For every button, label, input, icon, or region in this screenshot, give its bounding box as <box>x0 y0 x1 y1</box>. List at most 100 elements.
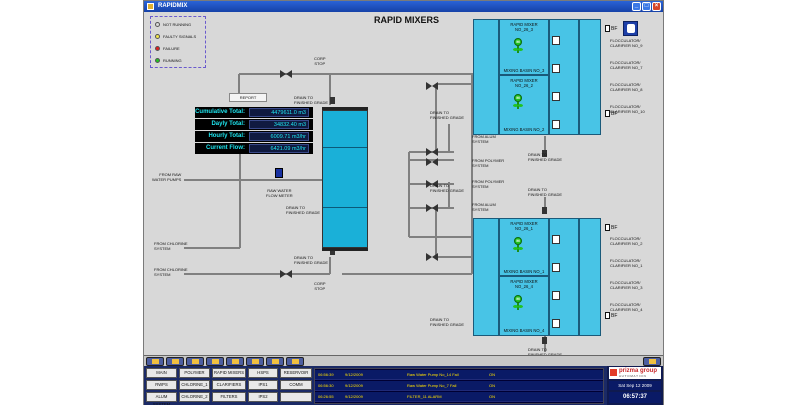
current-date: Sat Sep 12 2009 <box>609 381 661 390</box>
from-chlorine-2-label: FROM CHLORINE SYSTEM <box>154 267 188 277</box>
drain-right-2-label: DRAIN TO FINISHED GRADE <box>430 183 465 193</box>
status-dot-icon <box>155 22 160 27</box>
screen-icon[interactable] <box>166 357 184 366</box>
nav-reservoir[interactable]: RESERVOIR <box>280 368 312 378</box>
nav-polymer[interactable]: POLYMER <box>179 368 210 378</box>
alarm-row[interactable]: 06:56:30 9/12/2009 Raw Water Pump No_7 F… <box>315 381 603 391</box>
status-legend: NOT RUNNING FAULTY SIGNALS FAILURE RUNNI… <box>150 16 206 68</box>
nav-blank[interactable] <box>280 392 312 402</box>
minimize-button[interactable]: _ <box>632 2 641 11</box>
nav-rapid-mixers[interactable]: RAPID MIXERS <box>212 368 246 378</box>
brand-panel: prizma group A U T O M A T I O N Sat Sep… <box>607 366 663 405</box>
clarifier-10-label: FLOCCULATOR/ CLARIFIER NO_10 <box>610 104 645 114</box>
screen-icon[interactable] <box>206 357 224 366</box>
raw-water-meter-label: RAW WATER FLOW METER <box>266 188 293 198</box>
brand-logo: prizma group A U T O M A T I O N <box>609 367 661 379</box>
nav-chlorine-2[interactable]: CHLORINE_2 <box>179 392 210 402</box>
clarifier-7-label: FLOCCULATOR/ CLARIFIER NO_7 <box>610 60 643 70</box>
bf-marker: BF <box>605 312 617 319</box>
nav-main[interactable]: MAIN <box>146 368 177 378</box>
report-button[interactable]: REPORT <box>229 93 267 102</box>
alarm-row[interactable]: 06:56:39 9/12/2009 Raw Water Pump No_14 … <box>315 370 603 380</box>
nav-clarifiers[interactable]: CLARIFIERS <box>212 380 246 390</box>
drain-right-5-label: DRAIN TO FINISHED GRADE <box>430 317 465 327</box>
mixing-basin-1[interactable]: RAPID MIXER NO_26_1 M MIXING BASIN NO_1 <box>499 218 549 276</box>
corp-stop-top-label: CORP STOP <box>314 56 326 66</box>
legend-not-running: NOT RUNNING <box>155 22 191 27</box>
lower-inlet-channel <box>473 218 499 336</box>
nav-hsps[interactable]: HSPS <box>248 368 278 378</box>
screen-icon-bar <box>144 355 663 366</box>
screen-icon[interactable] <box>186 357 204 366</box>
corp-stop-bottom-label: CORP STOP <box>314 281 326 291</box>
legend-failure: FAILURE <box>155 46 180 51</box>
drain-bottom-left-label: DRAIN TO FINISHED GRADE <box>294 255 329 265</box>
window-title: RAPIDMIX <box>158 3 188 9</box>
clarifier-2-label: FLOCCULATOR/ CLARIFIER NO_2 <box>610 236 643 246</box>
rapidmix-window: RAPIDMIX _ □ × RAPID MIXERS NOT RUNNING … <box>143 0 664 405</box>
bottom-bar: MAIN POLYMER RAPID MIXERS HSPS RESERVOIR… <box>144 366 663 405</box>
maximize-button[interactable]: □ <box>642 2 651 11</box>
screen-icon[interactable] <box>146 357 164 366</box>
mixing-basin-3[interactable]: RAPID MIXER NO_26_3 M MIXING BASIN NO_3 <box>499 19 549 75</box>
title-bar: RAPIDMIX _ □ × <box>144 1 663 12</box>
upper-floc-channel <box>579 19 601 135</box>
from-alum-2-label: FROM ALUM SYSTEM <box>472 202 496 212</box>
flow-meter-icon[interactable] <box>275 168 283 178</box>
clarifier-1-label: FLOCCULATOR/ CLARIFIER NO_1 <box>610 258 643 268</box>
daily-total: Dayly Total: 34832.40 m3 <box>195 119 313 130</box>
legend-faulty-signals: FAULTY SIGNALS <box>155 34 196 39</box>
from-raw-water-label: FROM RAW WATER PUMPS <box>152 172 182 182</box>
drain-right-1-label: DRAIN TO FINISHED GRADE <box>430 110 465 120</box>
alarm-list[interactable]: 06:56:39 9/12/2009 Raw Water Pump No_14 … <box>314 368 604 404</box>
rapid-mixer-icon[interactable]: M <box>513 295 523 313</box>
drain-right-4-label: DRAIN TO FINISHED GRADE <box>528 187 563 197</box>
from-polymer-1-label: FROM POLYMER SYSTEM <box>472 158 505 168</box>
screen-icon[interactable] <box>643 357 661 366</box>
lower-distribution-channel <box>549 218 579 336</box>
alarm-row[interactable]: 06:26:55 9/12/2009 FILTER_11 ALARM ON <box>315 392 603 402</box>
upper-distribution-channel <box>549 19 579 135</box>
main-clarifier-column[interactable] <box>322 110 368 248</box>
nav-ips2[interactable]: IPS2 <box>248 392 278 402</box>
screen-icon[interactable] <box>266 357 284 366</box>
nav-comm[interactable]: COMM <box>280 380 312 390</box>
hourly-total: Hourly Total: 6009.71 m3/hr <box>195 131 313 142</box>
page-title: RAPID MIXERS <box>374 15 440 25</box>
from-chlorine-1-label: FROM CHLORINE SYSTEM <box>154 241 188 251</box>
bf-marker: BF <box>605 224 617 231</box>
clarifier-9-label: FLOCCULATOR/ CLARIFIER NO_9 <box>610 38 643 48</box>
nav-filters[interactable]: FILTERS <box>212 392 246 402</box>
app-icon <box>147 3 154 10</box>
mixing-basin-2[interactable]: RAPID MIXER NO_26_2 M MIXING BASIN NO_2 <box>499 75 549 135</box>
rapid-mixer-icon[interactable]: M <box>513 94 523 112</box>
clarifier-3-label: FLOCCULATOR/ CLARIFIER NO_3 <box>610 280 643 290</box>
bf-marker: BF <box>605 25 617 32</box>
current-time: 06:57:37 <box>609 392 661 403</box>
screen-icon[interactable] <box>226 357 244 366</box>
from-polymer-2-label: FROM POLYMER SYSTEM <box>472 179 505 189</box>
mixing-basin-4[interactable]: RAPID MIXER NO_26_4 M MIXING BASIN NO_4 <box>499 276 549 336</box>
flow-totals-panel: Cumulative Total: 4479611.0 m3 Dayly Tot… <box>195 107 313 155</box>
screen-icon[interactable] <box>286 357 304 366</box>
status-dot-icon <box>155 46 160 51</box>
rapid-mixer-icon[interactable]: M <box>513 237 523 255</box>
nav-chlorine-1[interactable]: CHLORINE_1 <box>179 380 210 390</box>
clarifier-4-label: FLOCCULATOR/ CLARIFIER NO_4 <box>610 302 643 312</box>
close-button[interactable]: × <box>652 2 661 11</box>
nav-rwps[interactable]: RWPS <box>146 380 177 390</box>
clarifier-8-label: FLOCCULATOR/ CLARIFIER NO_8 <box>610 82 643 92</box>
legend-running: RUNNING <box>155 58 182 63</box>
cumulative-total: Cumulative Total: 4479611.0 m3 <box>195 107 313 118</box>
drain-mid-left-label: DRAIN TO FINISHED GRADE <box>286 205 321 215</box>
lower-floc-channel <box>579 218 601 336</box>
nav-alum-system[interactable]: ALUM SYSTEM <box>146 392 177 405</box>
upper-inlet-channel <box>473 19 499 135</box>
nav-ips1[interactable]: IPS1 <box>248 380 278 390</box>
status-dot-icon <box>155 58 160 63</box>
operator-panel-icon[interactable] <box>623 21 638 36</box>
rapid-mixer-icon[interactable]: M <box>513 38 523 56</box>
from-alum-1-label: FROM ALUM SYSTEM <box>472 134 496 144</box>
window-controls: _ □ × <box>632 2 661 11</box>
screen-icon[interactable] <box>246 357 264 366</box>
